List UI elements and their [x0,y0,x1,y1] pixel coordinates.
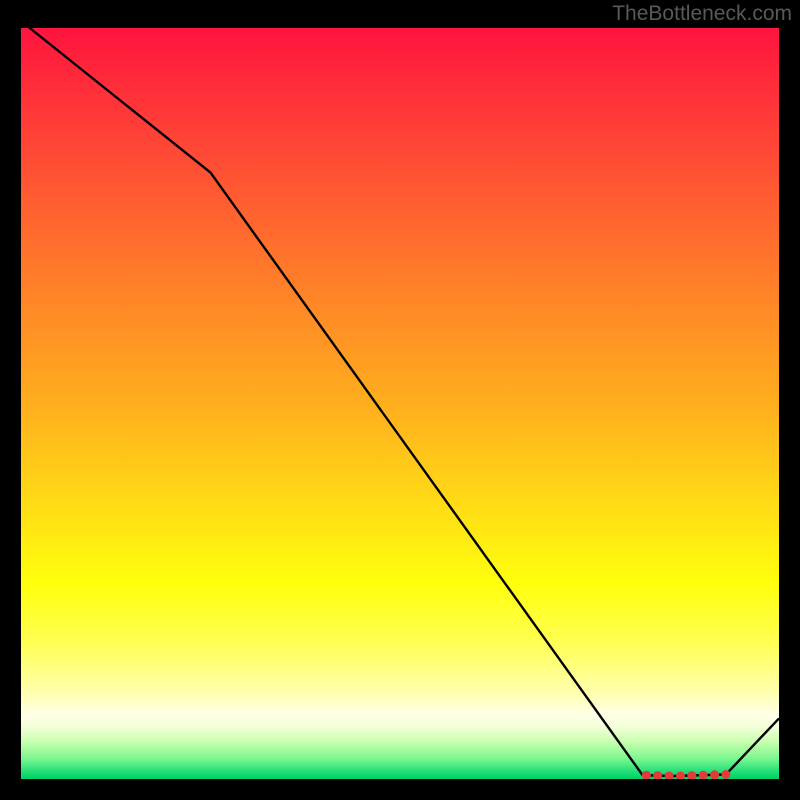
optimal-marker [642,771,651,779]
chart-svg-overlay [21,21,779,779]
watermark-text: TheBottleneck.com [612,2,792,26]
bottleneck-curve [21,21,779,776]
optimal-marker [676,772,685,780]
optimal-marker [665,772,674,780]
chart-plot-area [21,21,779,779]
optimal-marker [721,770,730,779]
optimal-marker [653,771,662,779]
optimal-marker [699,771,708,779]
optimal-marker [687,771,696,779]
bottleneck-curve-path [21,21,779,776]
optimal-marker [710,770,719,779]
